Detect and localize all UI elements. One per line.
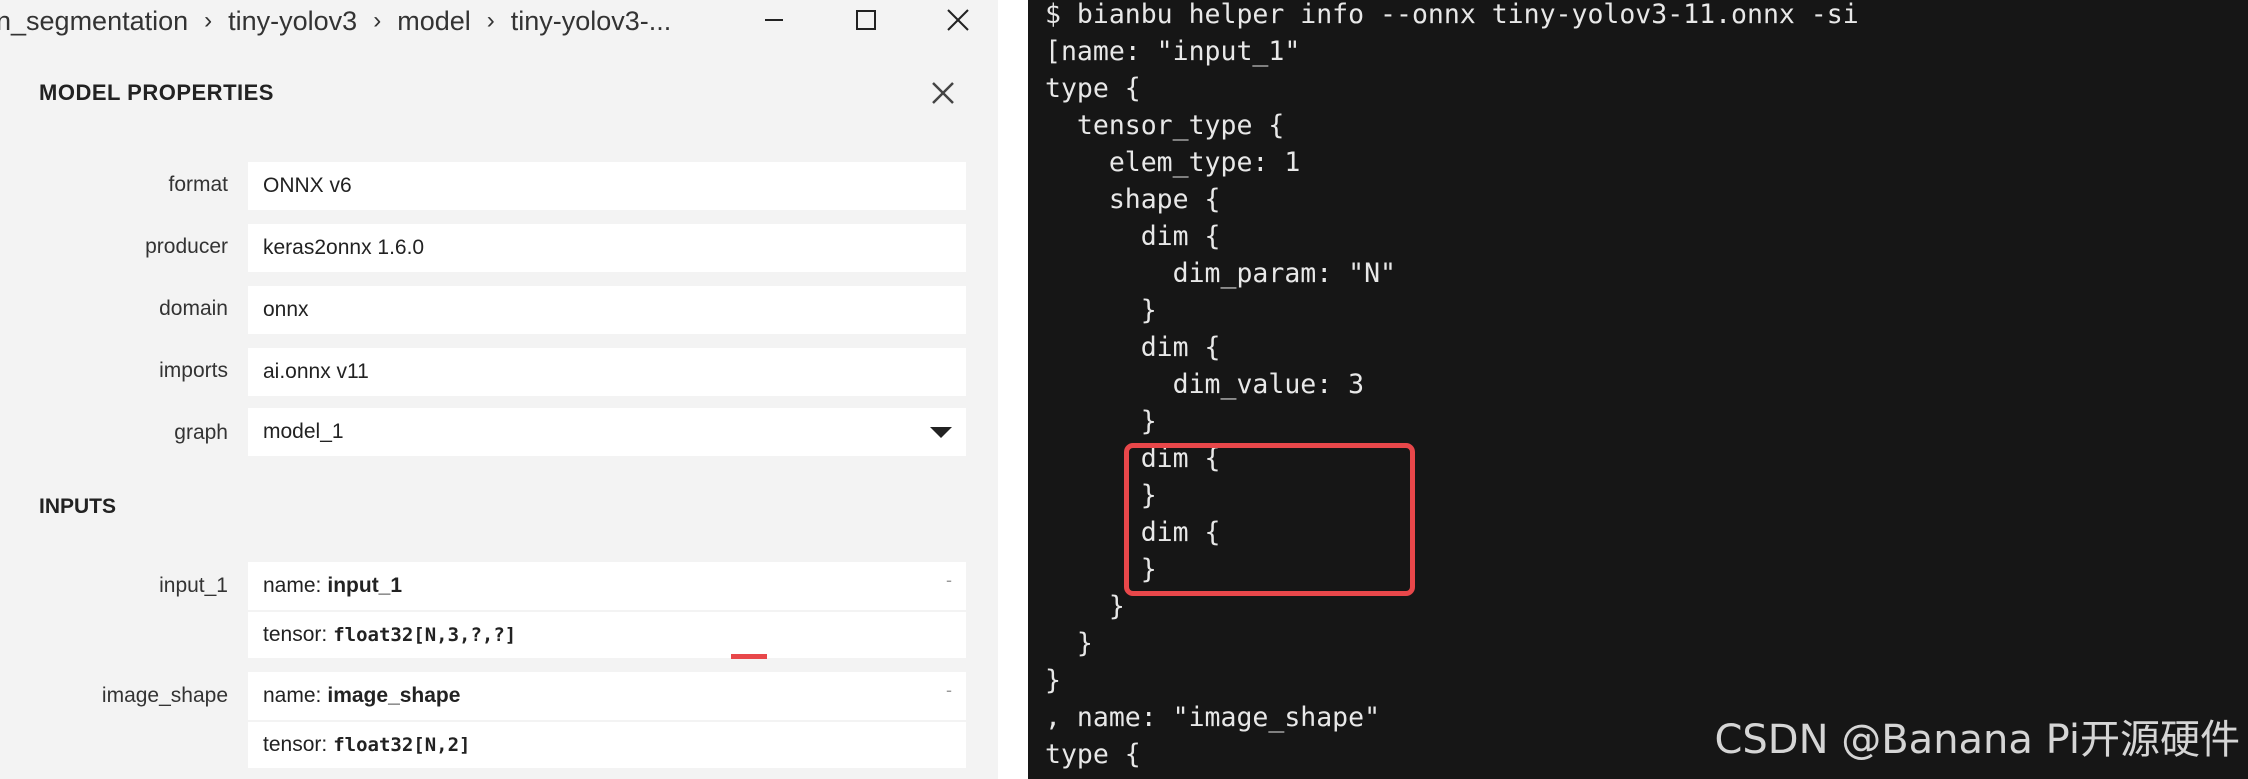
domain-field[interactable]: onnx: [248, 286, 966, 334]
terminal-line: }: [1045, 295, 1157, 326]
terminal-line: tensor_type {: [1045, 110, 1285, 141]
input-card[interactable]: name: image_shape - tensor: float32[N,2]: [248, 672, 966, 768]
format-label: format: [168, 173, 228, 196]
model-properties-window: n_segmentation › tiny-yolov3 › model › t…: [0, 0, 998, 779]
maximize-icon: [856, 10, 876, 30]
input-name: input_1: [327, 574, 403, 597]
domain-value: onnx: [263, 298, 309, 321]
terminal[interactable]: $ bianbu helper info --onnx tiny-yolov3-…: [1028, 0, 2248, 779]
terminal-line: $ bianbu helper info --onnx tiny-yolov3-…: [1045, 0, 1859, 30]
title-bar: n_segmentation › tiny-yolov3 › model › t…: [0, 0, 998, 42]
panel-title: MODEL PROPERTIES: [39, 80, 274, 105]
close-icon: [932, 82, 954, 104]
input-tensor-row: tensor: float32[N,3,?,?]: [248, 610, 966, 659]
breadcrumb-item[interactable]: tiny-yolov3: [228, 6, 357, 37]
producer-field[interactable]: keras2onnx 1.6.0: [248, 224, 966, 272]
input-card[interactable]: name: input_1 - tensor: float32[N,3,?,?]: [248, 562, 966, 659]
input-name-row: name: input_1 -: [248, 562, 966, 610]
terminal-line: }: [1045, 628, 1093, 659]
name-key: name:: [263, 684, 322, 707]
tensor-key: tensor:: [263, 733, 328, 756]
terminal-line: }: [1045, 406, 1157, 437]
imports-field[interactable]: ai.onnx v11: [248, 348, 966, 396]
maximize-button[interactable]: [836, 0, 896, 40]
chevron-right-icon: ›: [373, 7, 382, 34]
input-label: image_shape: [101, 684, 228, 707]
window-close-button[interactable]: [928, 0, 988, 40]
tensor-type: float32[N,2]: [333, 734, 471, 756]
chevron-right-icon: ›: [486, 7, 495, 34]
inputs-section-title: INPUTS: [39, 495, 117, 518]
caret-down-icon: [930, 426, 952, 438]
imports-label: imports: [159, 359, 228, 382]
producer-value: keras2onnx 1.6.0: [263, 236, 425, 259]
terminal-line: , name: "image_shape": [1045, 702, 1381, 733]
input-label: input_1: [159, 574, 228, 597]
terminal-line: type {: [1045, 739, 1141, 770]
terminal-line: }: [1045, 591, 1125, 622]
breadcrumb-item[interactable]: tiny-yolov3-...: [511, 6, 672, 37]
watermark: CSDN @Banana Pi开源硬件: [1714, 717, 2240, 763]
breadcrumb: n_segmentation › tiny-yolov3 › model › t…: [0, 2, 671, 40]
imports-value: ai.onnx v11: [263, 360, 369, 383]
input-name: image_shape: [327, 684, 461, 707]
panel-close-button[interactable]: [926, 76, 960, 110]
tensor-type: float32[N,3,?,?]: [333, 624, 517, 646]
close-icon: [947, 9, 969, 31]
terminal-line: dim {: [1045, 332, 1221, 363]
collapse-toggle[interactable]: -: [946, 680, 952, 701]
domain-label: domain: [159, 297, 228, 320]
graph-value: model_1: [263, 420, 344, 443]
collapse-toggle[interactable]: -: [946, 570, 952, 591]
highlight-underline: [731, 654, 767, 659]
terminal-line: dim_param: "N": [1045, 258, 1396, 289]
terminal-line: [name: "input_1": [1045, 36, 1301, 67]
terminal-line: dim_value: 3: [1045, 369, 1365, 400]
input-tensor-row: tensor: float32[N,2]: [248, 720, 966, 768]
terminal-line: type {: [1045, 73, 1141, 104]
terminal-line: dim {: [1045, 221, 1221, 252]
terminal-line: shape {: [1045, 184, 1221, 215]
input-name-row: name: image_shape -: [248, 672, 966, 720]
minimize-icon: [765, 19, 783, 21]
graph-label: graph: [174, 421, 228, 444]
name-key: name:: [263, 574, 322, 597]
terminal-line: elem_type: 1: [1045, 147, 1301, 178]
format-value: ONNX v6: [263, 174, 352, 197]
graph-select[interactable]: model_1: [248, 408, 966, 456]
tensor-key: tensor:: [263, 623, 328, 646]
terminal-line: }: [1045, 665, 1061, 696]
breadcrumb-item[interactable]: model: [397, 6, 471, 37]
minimize-button[interactable]: [744, 0, 804, 40]
highlight-box: [1124, 443, 1415, 596]
producer-label: producer: [145, 235, 228, 258]
breadcrumb-item[interactable]: n_segmentation: [0, 6, 188, 37]
chevron-right-icon: ›: [204, 7, 213, 34]
format-field[interactable]: ONNX v6: [248, 162, 966, 210]
